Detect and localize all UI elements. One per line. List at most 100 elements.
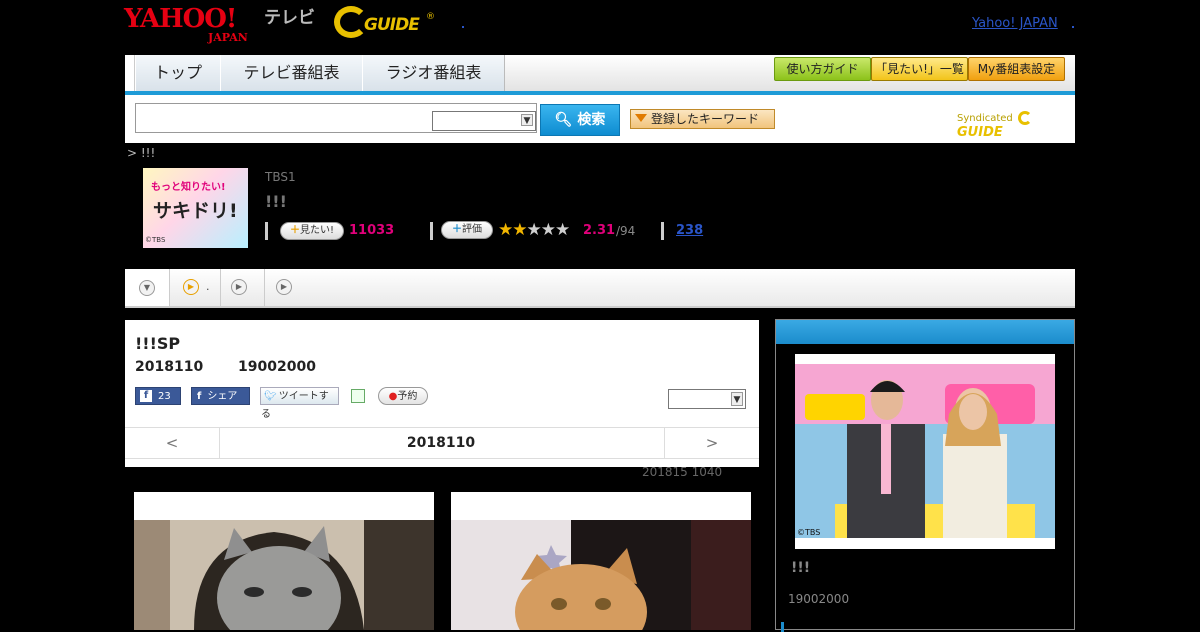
- play-icon: ▶: [276, 279, 292, 295]
- reserve-label: 予約: [397, 391, 418, 402]
- want-list-button[interactable]: 「見たい!」一覧: [871, 57, 968, 81]
- syndicated-logo-text: GUIDE: [957, 125, 1003, 140]
- side-marker: [781, 622, 784, 632]
- next-date-button[interactable]: >: [664, 428, 759, 458]
- search-button[interactable]: 🔍︎ 検索: [540, 104, 620, 136]
- dropdown-arrow-icon: [635, 114, 647, 122]
- episode-date: 2018110: [135, 359, 204, 375]
- side-program-title: !!!: [791, 560, 811, 576]
- facebook-icon: f: [140, 390, 152, 402]
- header-dot: [462, 26, 464, 28]
- want-button[interactable]: ＋見たい!: [280, 222, 344, 240]
- thumbnail-credit: ©TBS: [145, 236, 166, 244]
- program-thumbnail[interactable]: もっと知りたい! サキドリ! ©TBS: [143, 168, 248, 248]
- plus-icon: ＋: [289, 225, 300, 236]
- rate-button[interactable]: ＋評価: [441, 221, 493, 239]
- search-icon: 🔍︎: [554, 112, 573, 128]
- yahoo-logo-sub: JAPAN: [208, 31, 248, 44]
- calendar-icon: [351, 389, 365, 403]
- nav-tab-radio-schedule[interactable]: ラジオ番組表: [362, 55, 505, 91]
- star-rating: ★★★★★: [498, 220, 570, 240]
- reserve-button[interactable]: ●予約: [378, 387, 428, 405]
- cat-photo-image: [451, 520, 751, 630]
- registered-icon: ®: [426, 12, 435, 22]
- side-panel: ©TBS !!! 19002000: [775, 319, 1075, 632]
- program-title: !!!: [265, 192, 287, 211]
- date-navigation: < 2018110 >: [125, 427, 759, 459]
- channel-name: TBS1: [265, 170, 296, 184]
- star-filled-icon: ★: [498, 220, 513, 240]
- facebook-like-button[interactable]: f 23: [135, 387, 181, 405]
- tab-overview[interactable]: ▼: [125, 269, 170, 306]
- chevron-down-icon: ▼: [139, 280, 155, 296]
- tab-play-2[interactable]: ▶: [221, 269, 265, 306]
- side-panel-header: [776, 320, 1074, 344]
- facebook-icon: f: [197, 391, 202, 402]
- divider: [661, 222, 664, 240]
- tab-play-1[interactable]: ▶ .: [170, 269, 221, 306]
- episode-panel: !!!SP 2018110 19002000 f 23 f シェア 🐦︎ ツイートする…: [125, 320, 759, 467]
- breadcrumb[interactable]: > !!!: [127, 146, 155, 160]
- calendar-add-icon[interactable]: [351, 387, 367, 405]
- episode-photo[interactable]: [451, 492, 751, 630]
- cast-photo-credit: ©TBS: [797, 528, 821, 537]
- registered-keywords-label: 登録したキーワード: [651, 112, 760, 126]
- search-bar: ▼ 🔍︎ 検索 登録したキーワード Syndicated GUIDE: [125, 95, 1075, 143]
- chevron-down-icon: ▼: [521, 114, 533, 126]
- my-schedule-settings-button[interactable]: My番組表設定: [968, 57, 1065, 81]
- program-tab-bar: ▼ ▶ . ▶ ▶: [125, 269, 1075, 308]
- episode-photo[interactable]: [134, 492, 434, 630]
- want-button-label: 見たい!: [299, 225, 334, 236]
- gguide-logo-text: GUIDE: [364, 15, 420, 35]
- current-date: 2018110: [406, 435, 476, 451]
- gguide-g-icon: [1017, 111, 1032, 125]
- facebook-share-button[interactable]: f シェア: [191, 387, 250, 405]
- cast-photo[interactable]: ©TBS: [795, 354, 1055, 549]
- tab-label: .: [206, 280, 210, 293]
- thumbnail-text: もっと知りたい!: [151, 182, 226, 193]
- search-button-label: 検索: [577, 112, 606, 128]
- tweet-button[interactable]: 🐦︎ ツイートする: [260, 387, 339, 420]
- episode-select[interactable]: ▼: [668, 389, 746, 409]
- previous-date-button[interactable]: <: [125, 428, 220, 458]
- star-empty-icon: ★: [555, 220, 570, 240]
- want-count: 11033: [349, 223, 395, 238]
- episode-title: !!!SP: [135, 334, 181, 353]
- registered-keywords-button[interactable]: 登録したキーワード: [630, 109, 775, 129]
- cat-photo-image: [134, 520, 434, 630]
- search-category-select[interactable]: ▼: [432, 111, 536, 131]
- star-filled-icon: ★: [512, 220, 527, 240]
- nav-edge: [125, 55, 135, 91]
- episode-time: 19002000: [238, 359, 316, 375]
- global-nav: トップ テレビ番組表 ラジオ番組表 使い方ガイド 「見たい!」一覧 My番組表設…: [125, 55, 1075, 95]
- last-updated: 201815 1040: [642, 465, 723, 479]
- play-icon: ▶: [231, 279, 247, 295]
- rating-count: /94: [616, 224, 636, 238]
- rating-value: 2.31: [583, 223, 616, 238]
- yahoo-logo-text: YAHOO!: [124, 4, 237, 34]
- plus-icon: ＋: [452, 224, 462, 235]
- tab-play-3[interactable]: ▶: [265, 269, 295, 306]
- syndicated-label: Syndicated: [957, 113, 1013, 124]
- usage-guide-button[interactable]: 使い方ガイド: [774, 57, 871, 81]
- nav-tab-tv-schedule[interactable]: テレビ番組表: [220, 55, 363, 91]
- twitter-bird-icon: 🐦︎: [264, 391, 277, 402]
- yahoo-japan-logo[interactable]: YAHOO! JAPAN: [124, 4, 262, 44]
- divider: [265, 222, 268, 240]
- star-empty-icon: ★: [540, 220, 556, 240]
- yahoo-japan-link[interactable]: Yahoo! JAPAN: [972, 16, 1058, 32]
- nav-tab-top[interactable]: トップ: [135, 55, 221, 91]
- rate-button-label: 評価: [462, 224, 482, 235]
- review-count-link[interactable]: 238: [676, 223, 703, 238]
- side-program-time: 19002000: [788, 592, 850, 606]
- play-icon: ▶: [183, 279, 199, 295]
- chevron-down-icon: ▼: [731, 392, 743, 406]
- facebook-count: 23: [158, 391, 171, 402]
- header-dot: [1072, 26, 1074, 28]
- tv-label[interactable]: テレビ: [264, 8, 315, 28]
- divider: [430, 222, 433, 240]
- star-empty-icon: ★: [526, 220, 542, 240]
- gguide-logo[interactable]: GUIDE ®: [334, 6, 435, 42]
- syndicated-gguide-logo: Syndicated GUIDE: [957, 111, 1075, 140]
- share-label: シェア: [207, 391, 238, 402]
